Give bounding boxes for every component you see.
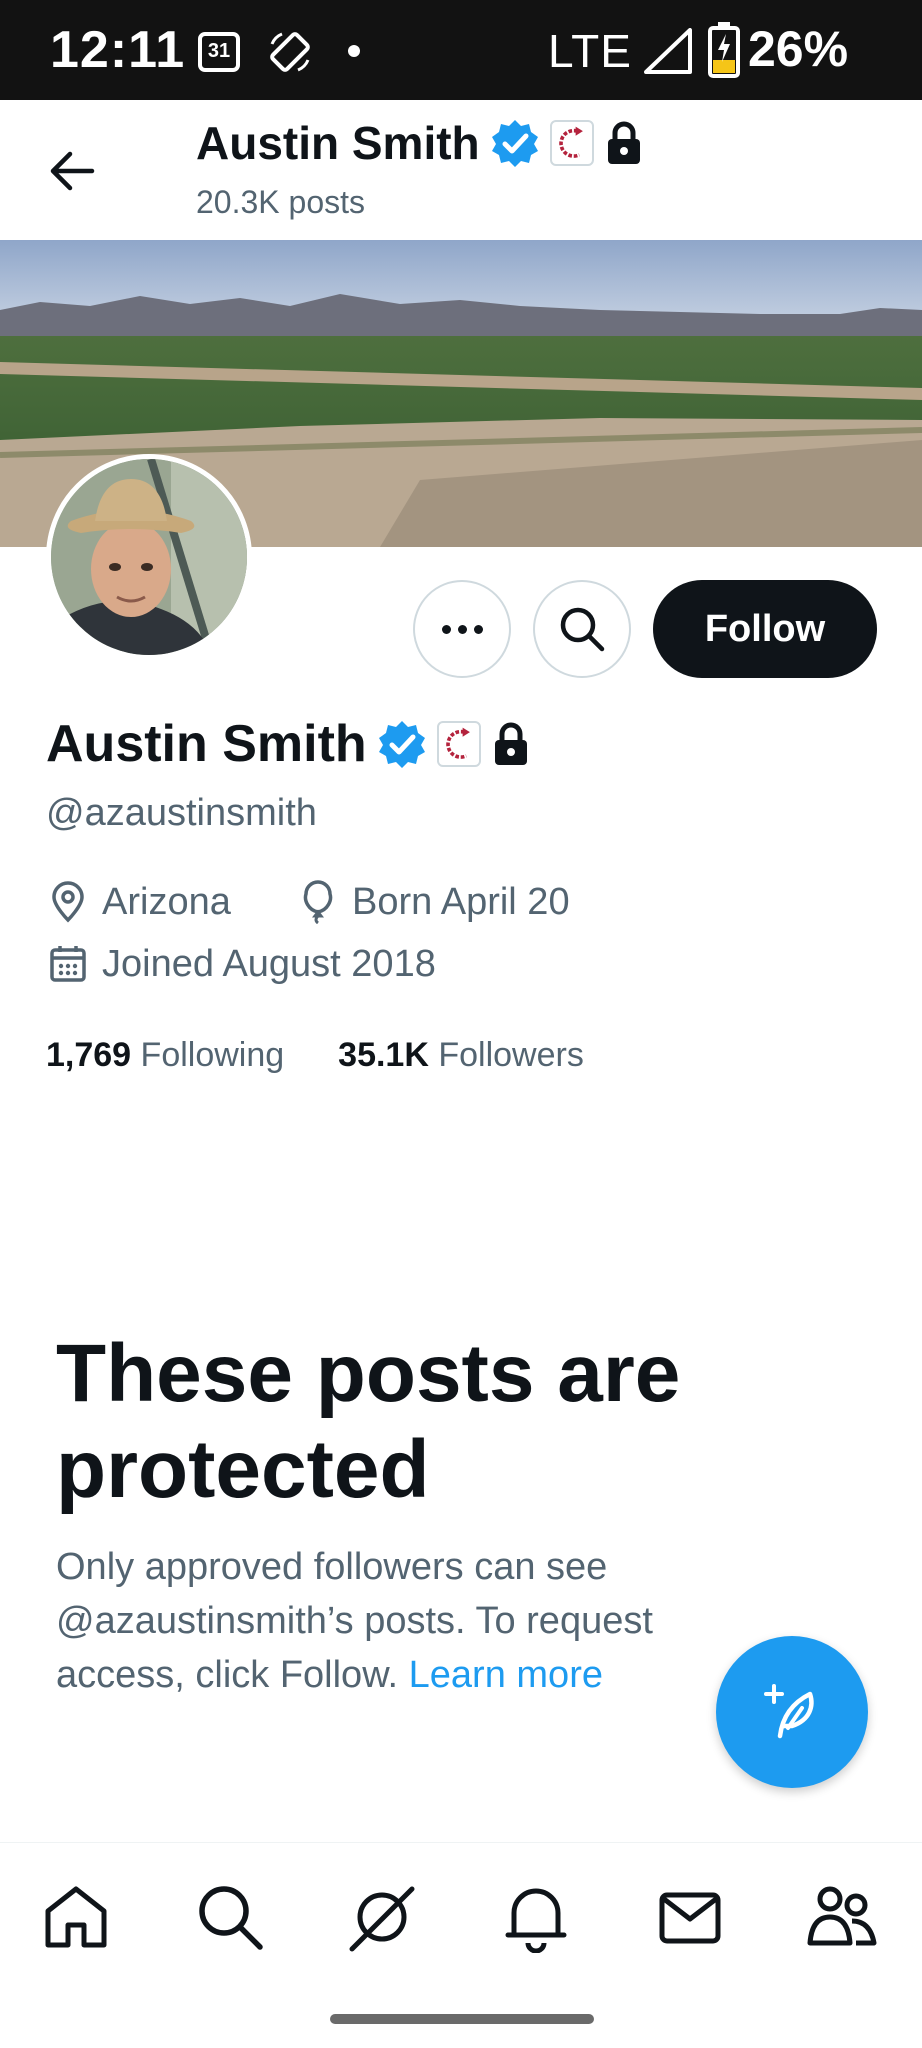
status-bar: 12:11 31 LTE 26% [0, 0, 922, 100]
calendar-icon [50, 946, 86, 982]
notifications-icon[interactable] [500, 1881, 572, 1953]
follow-button[interactable]: Follow [653, 580, 877, 678]
auto-rotate-icon [270, 32, 310, 72]
battery-percent: 26% [748, 21, 849, 77]
following-link[interactable]: 1,769 Following [46, 1036, 284, 1075]
battery-icon [708, 22, 740, 78]
profile-birthday: Born April 20 [296, 880, 570, 924]
notification-dot-icon [348, 45, 360, 57]
home-icon[interactable] [40, 1881, 112, 1953]
header-posts-count: 20.3K posts [196, 184, 365, 220]
affiliate-badge-icon[interactable] [436, 721, 481, 767]
protected-title: These posts are protected [56, 1328, 681, 1515]
followers-label: Followers [438, 1036, 584, 1074]
arrow-left-icon[interactable] [44, 146, 100, 196]
profile-name-row: Austin Smith [46, 714, 531, 774]
header-name-row: Austin Smith [196, 116, 644, 170]
affiliate-badge-icon [549, 120, 594, 166]
location-pin-icon [52, 881, 84, 923]
learn-more-link[interactable]: Learn more [409, 1654, 603, 1696]
bottom-navigation [0, 1842, 922, 1982]
grok-icon[interactable] [346, 1881, 418, 1953]
verified-badge-icon [491, 120, 538, 167]
avatar-photo [51, 459, 247, 655]
followers-count: 35.1K [338, 1036, 429, 1074]
more-options-button[interactable] [413, 580, 511, 678]
explore-icon[interactable] [194, 1881, 266, 1953]
avatar[interactable] [46, 454, 252, 660]
search-icon [560, 607, 605, 652]
calendar-notification-icon: 31 [198, 32, 240, 72]
signal-icon [644, 28, 692, 74]
following-count: 1,769 [46, 1036, 132, 1074]
profile-handle: @azaustinsmith [46, 792, 317, 834]
profile-joined: Joined August 2018 [46, 942, 436, 986]
location-text: Arizona [102, 880, 231, 923]
header-name: Austin Smith [196, 117, 480, 169]
compose-post-icon [764, 1684, 814, 1739]
profile-header-bar: Austin Smith 20.3K posts [0, 100, 922, 240]
follow-stats: 1,769 Following 35.1K Followers [46, 1036, 584, 1075]
lock-icon [494, 722, 527, 765]
gesture-home-bar[interactable] [330, 2014, 594, 2024]
profile-name: Austin Smith [46, 715, 367, 773]
following-label: Following [140, 1036, 285, 1074]
verified-badge-icon[interactable] [377, 719, 427, 769]
protected-message: Only approved followers can see @azausti… [56, 1540, 756, 1702]
profile-location: Arizona [46, 880, 231, 924]
more-horizontal-icon [441, 624, 483, 634]
birthday-text: Born April 20 [352, 880, 570, 923]
network-type: LTE [548, 25, 632, 77]
compose-post-button[interactable] [716, 1636, 868, 1788]
joined-text: Joined August 2018 [102, 942, 436, 985]
lock-icon [607, 121, 640, 164]
status-time: 12:11 [50, 21, 186, 79]
balloon-icon [303, 880, 333, 924]
messages-icon[interactable] [654, 1881, 726, 1953]
communities-icon[interactable] [806, 1881, 878, 1953]
followers-link[interactable]: 35.1K Followers [338, 1036, 584, 1075]
search-posts-button[interactable] [533, 580, 631, 678]
